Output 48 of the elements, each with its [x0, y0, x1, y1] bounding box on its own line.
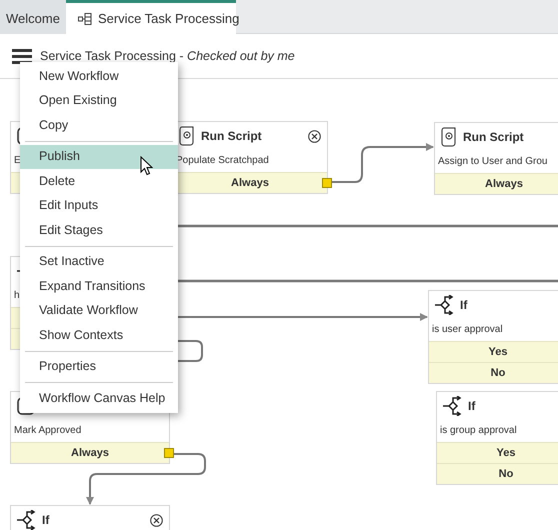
tab[interactable]: Welcome	[0, 0, 66, 34]
node-title: If	[42, 512, 50, 529]
node-description: Assign to User and Grou	[437, 155, 548, 169]
close-icon[interactable]	[308, 130, 321, 142]
transition-label: Always	[71, 447, 109, 459]
menu-item[interactable]: Properties	[20, 354, 178, 379]
scroll-icon	[441, 127, 458, 147]
transition-label: Yes	[488, 346, 508, 358]
node-description: E	[13, 154, 22, 168]
menu-item[interactable]: Open Existing	[20, 88, 178, 113]
node-card[interactable]: If is user approval Yes No	[428, 290, 558, 384]
node-title: Run Script	[201, 128, 262, 145]
menu-item[interactable]: Validate Workflow	[20, 298, 178, 323]
scroll-icon	[179, 126, 196, 146]
menu-item[interactable]: Expand Transitions	[20, 274, 178, 298]
menu-item[interactable]: Set Inactive	[20, 250, 178, 274]
branch-icon	[435, 295, 455, 315]
transition-label: Always	[231, 177, 269, 189]
menu-item[interactable]: Publish	[20, 144, 178, 169]
node-card[interactable]: If	[10, 505, 170, 530]
menu-icon[interactable]	[12, 48, 32, 64]
transition-label: Yes	[496, 447, 516, 459]
connector-handle[interactable]	[322, 178, 332, 188]
mouse-cursor-icon	[140, 156, 153, 176]
branch-icon	[17, 510, 37, 530]
menu-item[interactable]: Show Contexts	[20, 323, 178, 348]
connector-handle[interactable]	[164, 448, 174, 458]
node-card[interactable]: Run Script Assign to User and Grou Always	[434, 122, 558, 195]
node-title: If	[468, 398, 476, 415]
transition-label: Always	[485, 178, 523, 190]
transition-label: No	[498, 468, 514, 480]
node-card[interactable]: If is group approval Yes No	[436, 391, 558, 485]
workflow-icon	[78, 13, 92, 26]
node-description: Mark Approved	[13, 424, 82, 438]
node-description: is group approval	[439, 424, 518, 438]
menu-item[interactable]: New Workflow	[20, 64, 178, 88]
node-description: h	[13, 289, 21, 303]
branch-icon	[443, 396, 463, 416]
node-title: If	[460, 297, 468, 314]
workflow-title: Service Task Processing - Checked out by me	[40, 48, 295, 65]
connector-line	[178, 340, 203, 362]
node-title: Run Script	[463, 129, 524, 146]
close-icon[interactable]	[150, 514, 163, 526]
transition-label: No	[490, 367, 506, 379]
menu-item[interactable]: Edit Inputs	[20, 194, 178, 218]
menu-item[interactable]: Edit Stages	[20, 218, 178, 242]
node-description: is user approval	[431, 323, 504, 337]
tab[interactable]: Service Task Processing	[66, 0, 236, 34]
